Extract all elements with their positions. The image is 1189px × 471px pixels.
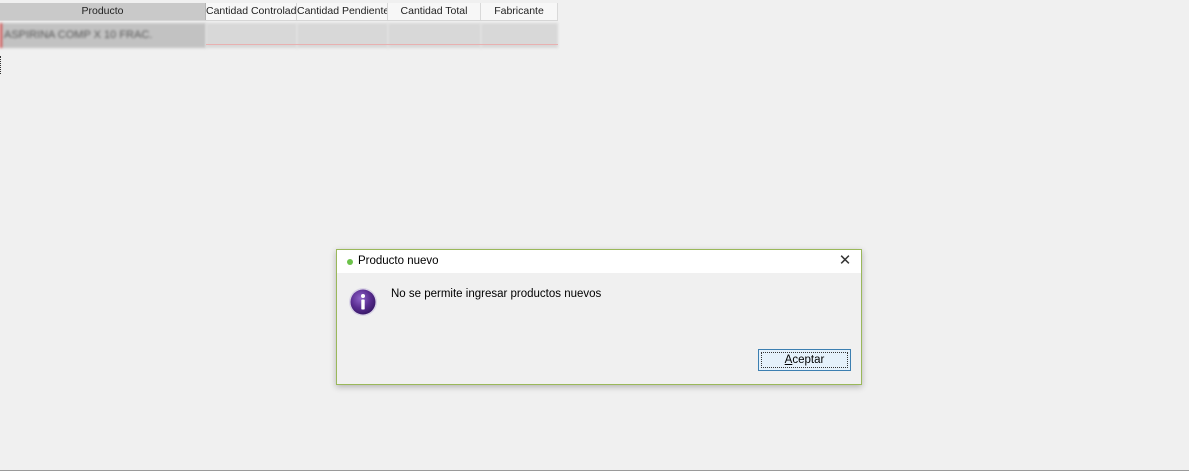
row-focus-marker [0, 56, 3, 74]
app-status-icon [347, 259, 353, 265]
products-grid: Producto Cantidad Controlada Cantidad Pe… [0, 3, 558, 48]
message-dialog: Producto nuevo ✕ No se permite ingresar … [336, 249, 862, 385]
cell-producto[interactable]: ASPIRINA COMP X 10 FRAC. [0, 23, 206, 48]
grid-header: Producto Cantidad Controlada Cantidad Pe… [0, 3, 558, 21]
close-icon: ✕ [838, 252, 852, 269]
dialog-message: No se permite ingresar productos nuevos [391, 288, 602, 300]
row-divider [206, 44, 558, 45]
column-header-cantidad-controlada[interactable]: Cantidad Controlada [206, 3, 297, 20]
column-header-cantidad-pendiente[interactable]: Cantidad Pendiente [297, 3, 388, 20]
info-icon [349, 288, 377, 316]
close-button[interactable]: ✕ [829, 250, 861, 273]
column-header-fabricante[interactable]: Fabricante [481, 3, 558, 20]
column-header-producto[interactable]: Producto [0, 3, 206, 20]
dialog-titlebar[interactable]: Producto nuevo ✕ [337, 250, 861, 273]
accept-label: ceptar [792, 354, 825, 366]
column-header-cantidad-total[interactable]: Cantidad Total [388, 3, 481, 20]
dialog-title: Producto nuevo [358, 255, 439, 267]
accept-button[interactable]: Aceptar [758, 349, 851, 371]
application-window: Producto Cantidad Controlada Cantidad Pe… [0, 0, 1189, 471]
